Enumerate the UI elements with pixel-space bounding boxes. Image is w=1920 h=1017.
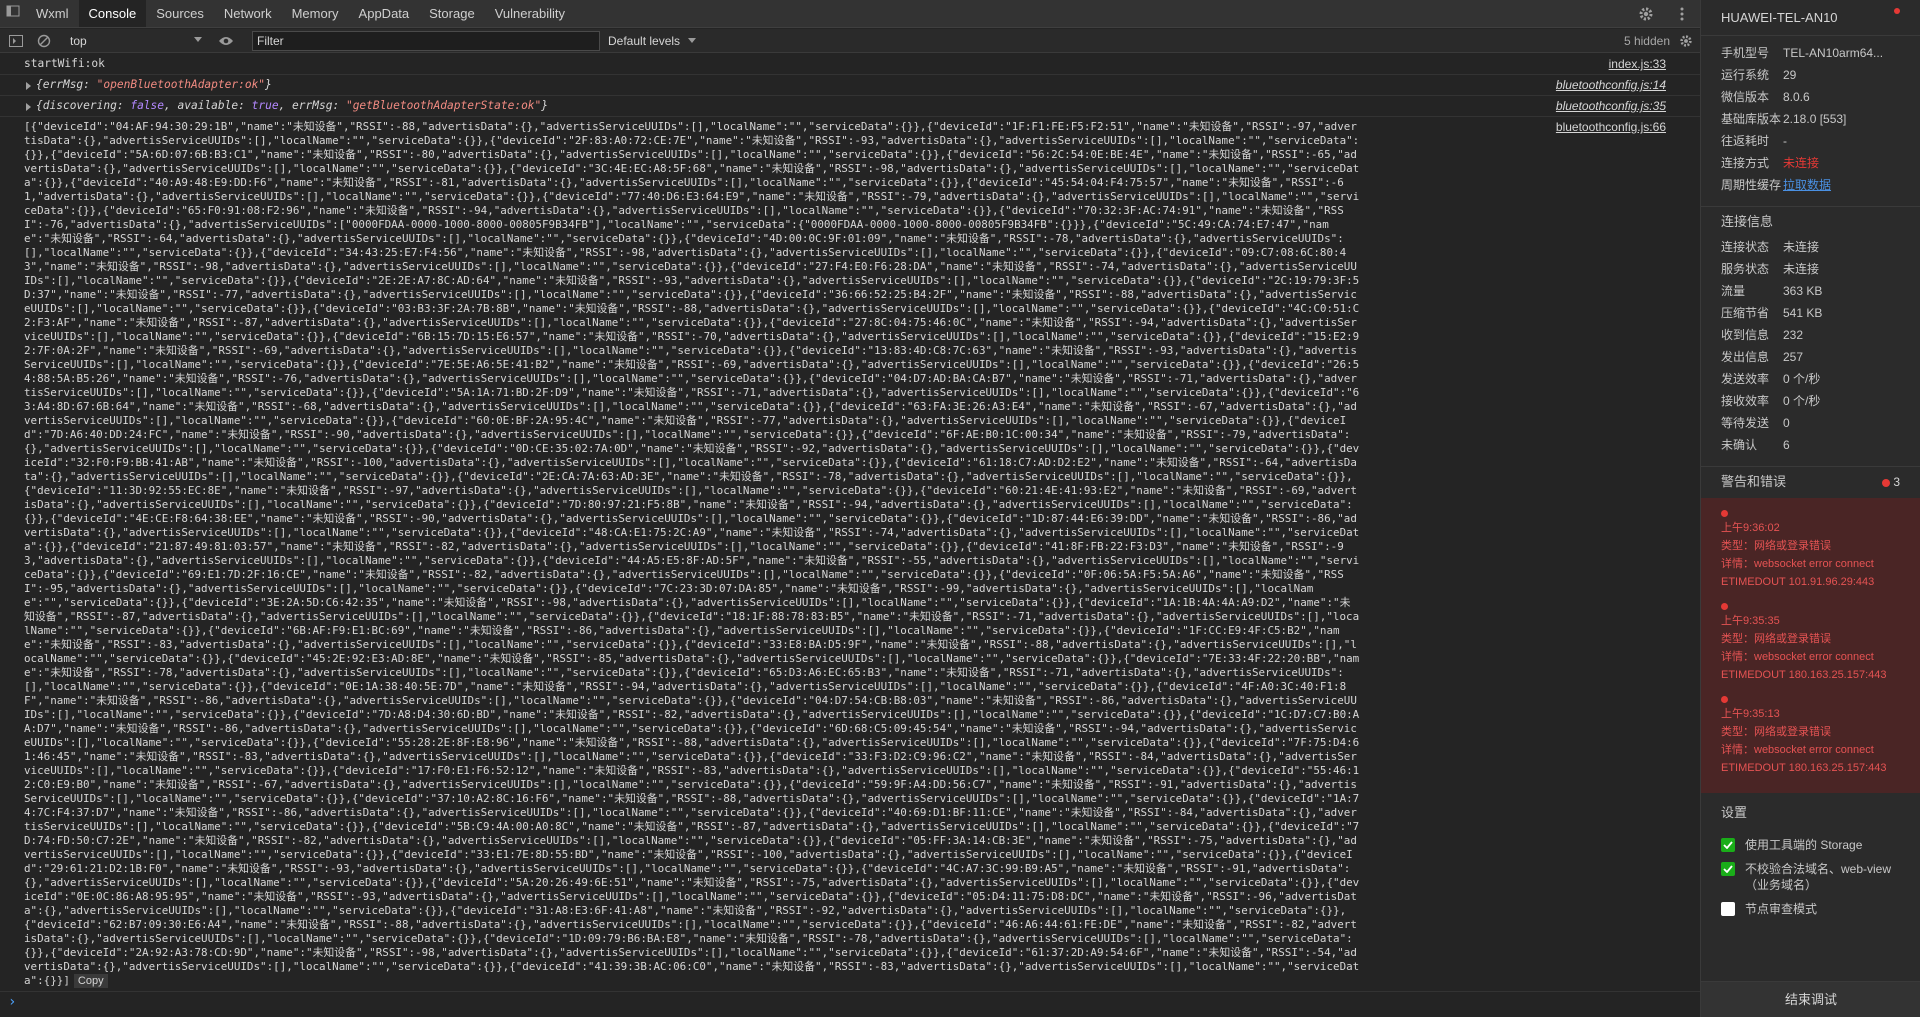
error-list: 上午9:36:02 类型：网络或登录错误 详情：websocket error …: [1701, 498, 1920, 793]
levels-select[interactable]: Default levels: [604, 31, 704, 51]
copy-button[interactable]: Copy: [73, 974, 108, 988]
source-link[interactable]: index.js:33: [1609, 57, 1666, 71]
info-row: 手机型号 TEL-AN10arm64...: [1721, 46, 1884, 60]
info-row: 基础库版本 2.18.0 [553]: [1721, 112, 1847, 126]
tab-console[interactable]: Console: [78, 0, 147, 27]
conn-row: 收到信息 232: [1721, 328, 1804, 342]
service-status-dot-icon: [1894, 8, 1900, 14]
source-link[interactable]: bluetoothconfig.js:66: [1556, 120, 1666, 134]
sidebar-toggle-icon[interactable]: [6, 31, 26, 51]
tab-toggle-device[interactable]: [0, 0, 26, 27]
error-dot-icon: [1721, 510, 1728, 517]
tab-sources[interactable]: Sources: [146, 0, 214, 27]
devtools-pane: Wxml Console Sources Network Memory AppD…: [0, 0, 1700, 1017]
console-message-device-list: [{"deviceId":"04:AF:94:30:29:1B","name":…: [0, 117, 1700, 992]
eye-icon[interactable]: [216, 31, 236, 51]
tab-network[interactable]: Network: [214, 0, 282, 27]
console-toolbar: top Default levels 5 hidden: [0, 29, 1700, 53]
source-link[interactable]: bluetoothconfig.js:14: [1556, 78, 1666, 92]
tab-storage[interactable]: Storage: [419, 0, 485, 27]
error-dot-icon: [1882, 478, 1891, 487]
dock-icon: [6, 5, 20, 17]
debug-info-panel: HUAWEI-TEL-AN10 手机型号 TEL-AN10arm64... 运行系…: [1700, 0, 1920, 1017]
console-output: startWifi:ok index.js:33 {errMsg: "openB…: [0, 54, 1700, 1017]
error-dot-icon: [1721, 696, 1728, 703]
console-settings-gear-icon[interactable]: [1676, 31, 1696, 51]
conn-row: 发出信息 257: [1721, 350, 1804, 364]
source-link[interactable]: bluetoothconfig.js:35: [1556, 99, 1666, 113]
setting-node-inspect-mode[interactable]: 节点审查模式: [1701, 897, 1920, 921]
tab-vulnerability[interactable]: Vulnerability: [485, 0, 575, 27]
conn-row: 压缩节省 541 KB: [1721, 306, 1823, 320]
settings-gear-icon[interactable]: [1636, 4, 1656, 24]
clear-console-icon[interactable]: [34, 31, 54, 51]
checkbox-checked-icon[interactable]: [1721, 838, 1735, 852]
error-item: 上午9:36:02 类型：网络或登录错误 详情：websocket error …: [1701, 510, 1920, 603]
levels-select-value: Default levels: [608, 34, 681, 48]
console-message: startWifi:ok index.js:33: [0, 54, 1700, 75]
conn-row: 流量 363 KB: [1721, 284, 1823, 298]
console-message[interactable]: {discovering: false, available: true, er…: [0, 96, 1700, 117]
tab-appdata[interactable]: AppData: [349, 0, 420, 27]
tab-tools: [1636, 0, 1700, 28]
setting-use-tool-storage[interactable]: 使用工具端的 Storage: [1701, 833, 1920, 857]
chevron-down-icon: [688, 38, 696, 43]
expand-triangle-icon[interactable]: [26, 103, 31, 111]
info-row: 往返耗时 -: [1721, 134, 1787, 148]
expand-triangle-icon[interactable]: [26, 82, 31, 90]
hidden-count: 5 hidden: [1623, 34, 1670, 48]
connection-info-heading: 连接信息: [1701, 206, 1920, 236]
console-message[interactable]: {errMsg: "openBluetoothAdapter:ok"} blue…: [0, 75, 1700, 96]
more-vertical-icon[interactable]: [1672, 4, 1692, 24]
context-select-value: top: [70, 34, 87, 48]
end-debug-button[interactable]: 结束调试: [1701, 981, 1920, 1017]
console-prompt[interactable]: ›: [0, 992, 1700, 1012]
info-row: 周期性缓存 拉取数据: [1701, 174, 1920, 196]
setting-skip-domain-check[interactable]: 不校验合法域名、web-view（业务域名）: [1701, 857, 1920, 897]
checkbox-unchecked-icon[interactable]: [1721, 902, 1735, 916]
error-item: 上午9:35:35 类型：网络或登录错误 详情：websocket error …: [1701, 603, 1920, 696]
filter-input[interactable]: [252, 31, 600, 51]
device-name: HUAWEI-TEL-AN10: [1701, 0, 1920, 36]
info-row: 运行系统 29: [1721, 68, 1797, 82]
settings-heading: 设置: [1721, 805, 1748, 820]
error-item: 上午9:35:13 类型：网络或登录错误 详情：websocket error …: [1701, 696, 1920, 789]
pull-data-link[interactable]: 拉取数据: [1781, 174, 1911, 196]
conn-row: 等待发送 0: [1721, 416, 1790, 430]
device-info-list: 手机型号 TEL-AN10arm64... 运行系统 29 微信版本 8.0.6 基础…: [1701, 42, 1920, 196]
info-row: 微信版本 8.0.6: [1721, 90, 1810, 104]
conn-row: 连接状态 未连接: [1721, 240, 1820, 254]
checkbox-checked-icon[interactable]: [1721, 862, 1735, 876]
error-dot-icon: [1721, 603, 1728, 610]
context-select[interactable]: top: [66, 31, 206, 51]
connection-info-list: 连接状态 未连接 服务状态 未连接 流量 363 KB 压缩节省 541 KB 收到信息…: [1701, 8, 1920, 456]
conn-row: 接收效率 0 个/秒: [1721, 394, 1821, 408]
device-list-text: [{"deviceId":"04:AF:94:30:29:1B","name":…: [24, 120, 1360, 987]
info-row: 连接方式 未连接: [1701, 152, 1920, 174]
conn-row: 未确认 6: [1721, 438, 1790, 452]
conn-row: 发送效率 0 个/秒: [1721, 372, 1821, 386]
tab-wxml[interactable]: Wxml: [26, 0, 79, 27]
prompt-chevron-icon: ›: [8, 994, 17, 1010]
error-count-badge: 3: [1882, 467, 1900, 497]
chevron-down-icon: [194, 37, 202, 42]
devtools-tabbar: Wxml Console Sources Network Memory AppD…: [0, 0, 1700, 28]
tab-memory[interactable]: Memory: [282, 0, 349, 27]
conn-row: 服务状态 未连接: [1701, 8, 1920, 280]
connection-status-value: 未连接: [1783, 156, 1820, 170]
warnings-heading: 警告和错误 3: [1701, 466, 1920, 496]
console-message-text: startWifi:ok: [24, 57, 105, 70]
